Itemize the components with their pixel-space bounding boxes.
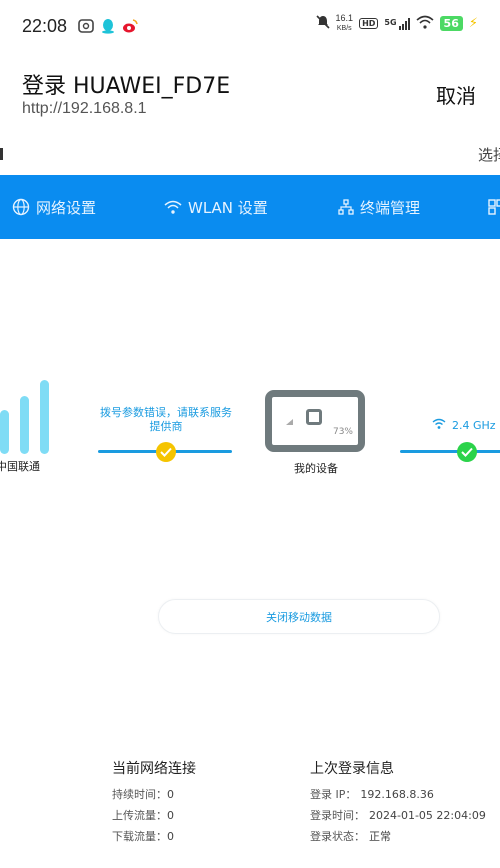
band-label: 2.4 GHz — [452, 419, 496, 432]
isp-label: 中国联通 — [0, 460, 40, 473]
nav-label: WLAN 设置 — [188, 198, 268, 217]
info-row-login-ip: 登录 IP： 192.168.8.36 — [310, 788, 434, 801]
login-header: 登录 HUAWEI_FD7E http://192.168.8.1 取消 — [0, 62, 500, 132]
nav-wlan-settings[interactable]: WLAN 设置 — [164, 175, 268, 239]
battery-indicator: 56 — [439, 16, 463, 31]
wifi-band: 2.4 GHz — [432, 418, 496, 433]
net-speed-unit: KB/s — [336, 25, 352, 32]
info-row-download: 下载流量：0 — [112, 830, 174, 843]
status-right-icons: 16.1 KB/s HD 5G 56 ⚡ — [315, 14, 478, 33]
network-topology: 中国联通 拨号参数错误，请联系服务提供商 73% 我的设备 2.4 GHz — [0, 370, 500, 490]
main-nav: 网络设置 WLAN 设置 终端管理 — [0, 175, 500, 239]
strip-indicator — [0, 148, 3, 160]
wlan-link-line — [400, 450, 500, 453]
notification-icons — [78, 18, 138, 34]
hd-badge: HD — [359, 18, 379, 29]
topology-icon — [338, 199, 354, 215]
nav-more[interactable] — [488, 175, 500, 239]
page-url: http://192.168.8.1 — [22, 100, 147, 117]
wifi-icon — [432, 418, 446, 433]
nav-network-settings[interactable]: 网络设置 — [12, 175, 96, 239]
grid-icon — [488, 199, 500, 215]
device-square-icon — [306, 409, 322, 425]
nav-label: 网络设置 — [36, 198, 97, 217]
page-title: 登录 HUAWEI_FD7E — [22, 74, 231, 99]
cellular-signal: 5G — [384, 17, 410, 30]
qq-icon — [100, 18, 116, 34]
warning-check-icon — [156, 442, 176, 462]
device-percent: 73% — [332, 427, 353, 437]
cancel-button[interactable]: 取消 — [436, 80, 476, 109]
strip-right-text[interactable]: 选择 — [478, 144, 500, 165]
globe-icon — [12, 198, 30, 216]
wifi-icon — [164, 199, 182, 215]
status-bar: 22:08 16.1 KB/s HD 5G 56 ⚡ — [0, 0, 500, 54]
wifi-icon — [416, 15, 434, 32]
signal-mini-icon — [286, 419, 293, 425]
net-speed: 16.1 KB/s — [336, 14, 354, 33]
signal-bars-icon — [398, 17, 410, 30]
signal-label: 5G — [384, 17, 397, 27]
ok-check-icon — [457, 442, 477, 462]
last-login-panel: 上次登录信息 登录 IP： 192.168.8.36 登录时间： 2024-01-0… — [310, 758, 486, 847]
current-connection-panel: 当前网络连接 持续时间：0 上传流量：0 下载流量：0 — [112, 758, 196, 847]
info-row-upload: 上传流量：0 — [112, 809, 174, 822]
close-mobile-data-button[interactable]: 关闭移动数据 — [158, 599, 440, 634]
info-row-login-time: 登录时间： 2024-01-05 22:04:09 — [310, 809, 486, 822]
info-row-login-status: 登录状态： 正常 — [310, 830, 391, 843]
net-speed-value: 16.1 — [335, 13, 354, 23]
info-row-duration: 持续时间：0 — [112, 788, 174, 801]
clipped-toolbar: 选择 — [0, 140, 500, 170]
signal-strength-icon — [0, 380, 60, 454]
my-device-icon[interactable]: 73% — [265, 390, 365, 452]
status-time: 22:08 — [22, 16, 68, 36]
wallet-icon — [78, 18, 94, 34]
mute-icon — [315, 15, 330, 32]
charging-icon: ⚡ — [468, 16, 478, 31]
nav-device-management[interactable]: 终端管理 — [338, 175, 420, 239]
dial-error-message[interactable]: 拨号参数错误，请联系服务提供商 — [98, 406, 234, 434]
weibo-icon — [122, 18, 138, 34]
panel-title: 当前网络连接 — [112, 761, 196, 777]
nav-label: 终端管理 — [360, 198, 421, 217]
panel-title: 上次登录信息 — [310, 761, 394, 777]
device-label: 我的设备 — [294, 462, 338, 475]
